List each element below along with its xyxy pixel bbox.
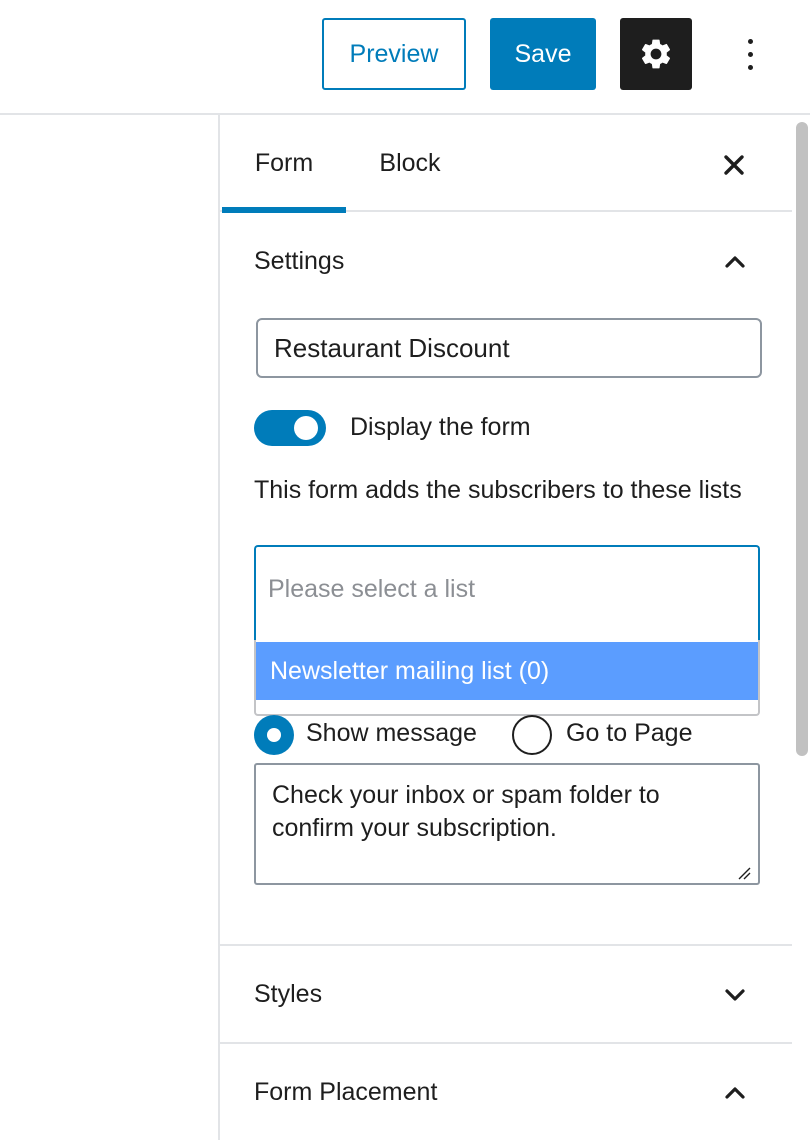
more-options-button[interactable] [730, 28, 770, 80]
chevron-up-icon [725, 256, 745, 268]
list-select-placeholder: Please select a list [268, 575, 476, 603]
success-message-textarea[interactable]: Check your inbox or spam folder to confi… [254, 763, 760, 885]
form-placement-panel-title: Form Placement [254, 1077, 438, 1106]
go-to-page-label[interactable]: Go to Page [566, 719, 692, 748]
display-form-label: Display the form [350, 413, 531, 441]
chevron-down-icon [725, 989, 745, 1001]
form-name-input[interactable] [256, 318, 762, 378]
display-form-toggle[interactable] [254, 410, 326, 446]
form-placement-panel-toggle[interactable]: Form Placement [220, 1044, 792, 1140]
list-option-newsletter[interactable]: Newsletter mailing list (0) [256, 642, 758, 700]
settings-panel-toggle[interactable]: Settings [220, 213, 792, 309]
list-dropdown: Newsletter mailing list (0) [254, 640, 760, 716]
sidebar-scrollbar[interactable] [796, 122, 808, 756]
styles-panel-title: Styles [254, 979, 323, 1008]
settings-sidebar: Form Block Settings Display the form Thi… [218, 115, 810, 1140]
sidebar-tabs: Form Block [220, 115, 792, 213]
show-message-label[interactable]: Show message [306, 719, 477, 748]
settings-button[interactable] [620, 18, 692, 90]
save-button[interactable]: Save [490, 18, 596, 90]
lists-help-text: This form adds the subscribers to these … [254, 476, 742, 504]
tab-form[interactable]: Form [222, 115, 346, 213]
go-to-page-radio[interactable] [512, 715, 552, 755]
close-sidebar-button[interactable] [714, 145, 754, 185]
close-icon [724, 155, 744, 175]
editor-toolbar: Preview Save [0, 0, 810, 115]
chevron-up-icon [725, 1087, 745, 1099]
preview-button[interactable]: Preview [322, 18, 466, 90]
resize-grip-icon[interactable] [736, 865, 752, 881]
tab-block[interactable]: Block [350, 115, 470, 211]
vertical-ellipsis-icon [747, 38, 753, 44]
gear-icon [641, 39, 671, 69]
list-select-input[interactable]: Please select a list [254, 545, 760, 641]
styles-panel-toggle[interactable]: Styles [220, 946, 792, 1042]
show-message-radio[interactable] [254, 715, 294, 755]
toggle-knob [294, 416, 318, 440]
settings-panel-title: Settings [254, 246, 345, 275]
